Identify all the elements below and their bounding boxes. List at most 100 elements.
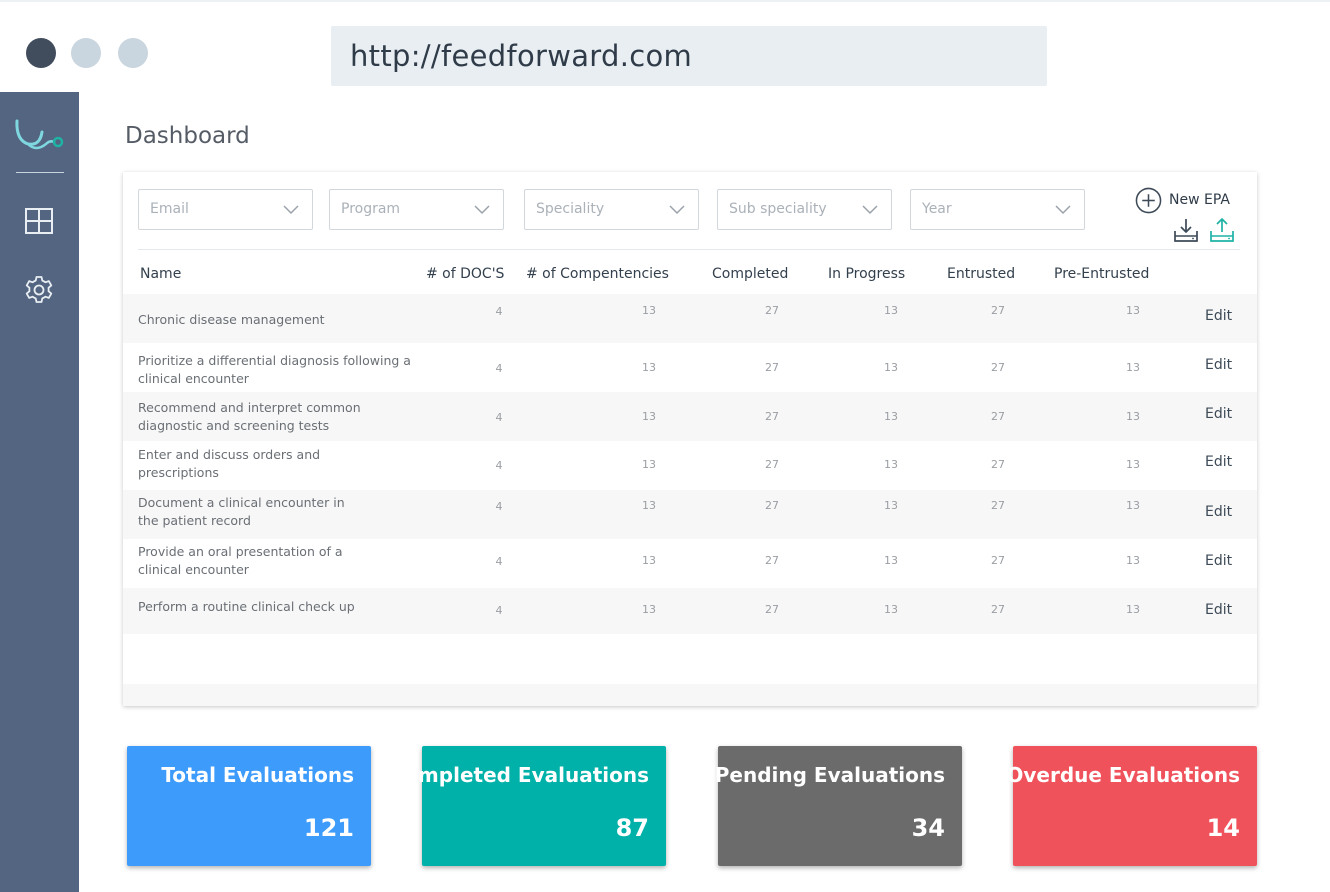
edit-link[interactable]: Edit — [1205, 406, 1232, 422]
row-pre-entrusted: 13 — [1126, 361, 1140, 374]
edit-link[interactable]: Edit — [1205, 553, 1232, 569]
new-epa-label: New EPA — [1169, 192, 1230, 208]
sub-speciality-filter-placeholder: Sub speciality — [729, 201, 827, 217]
row-name: Perform a routine clinical check up — [138, 599, 355, 614]
grid-icon[interactable] — [23, 205, 55, 237]
row-competencies: 13 — [642, 499, 656, 512]
table-footer — [123, 684, 1257, 706]
stat-title: Overdue Evaluations — [1006, 763, 1240, 787]
new-epa-button[interactable]: New EPA — [1135, 186, 1230, 214]
row-docs: 4 — [495, 604, 503, 617]
stat-title: Pending Evaluations — [714, 763, 945, 787]
email-filter-select[interactable]: Email — [138, 189, 313, 230]
row-completed: 27 — [765, 410, 779, 423]
window-maximize-dot[interactable] — [118, 38, 148, 68]
table-row[interactable]: Provide an oral presentation of a clinic… — [123, 539, 1257, 588]
col-header-in-progress[interactable]: In Progress — [828, 266, 905, 282]
completed-evaluations-card[interactable]: Completed Evaluations 87 — [390, 746, 666, 866]
table-row[interactable]: Perform a routine clinical check up 4 13… — [123, 588, 1257, 637]
window-minimize-dot[interactable] — [71, 38, 101, 68]
col-header-docs[interactable]: # of DOC'S — [426, 266, 504, 282]
table-row[interactable]: Recommend and interpret common diagnosti… — [123, 392, 1257, 441]
row-name: Prioritize a differential diagnosis foll… — [138, 353, 411, 386]
row-name: Recommend and interpret common diagnosti… — [138, 400, 361, 433]
col-header-name[interactable]: Name — [140, 266, 181, 282]
row-completed: 27 — [765, 361, 779, 374]
row-entrusted: 27 — [991, 603, 1005, 616]
row-pre-entrusted: 13 — [1126, 304, 1140, 317]
chevron-down-icon — [1055, 205, 1071, 215]
col-header-completed[interactable]: Completed — [712, 266, 788, 282]
speciality-filter-select[interactable]: Speciality — [524, 189, 699, 230]
table-row[interactable]: Enter and discuss orders and prescriptio… — [123, 441, 1257, 490]
row-completed: 27 — [765, 304, 779, 317]
edit-link[interactable]: Edit — [1205, 357, 1232, 373]
row-in-progress: 13 — [884, 361, 898, 374]
row-in-progress: 13 — [884, 304, 898, 317]
row-competencies: 13 — [642, 361, 656, 374]
row-docs: 4 — [495, 459, 503, 472]
download-icon[interactable] — [1173, 217, 1199, 243]
program-filter-select[interactable]: Program — [329, 189, 504, 230]
col-header-entrusted[interactable]: Entrusted — [947, 266, 1015, 282]
row-in-progress: 13 — [884, 554, 898, 567]
row-docs: 4 — [495, 500, 503, 513]
edit-link[interactable]: Edit — [1205, 602, 1232, 618]
table-row[interactable]: Document a clinical encounter in the pat… — [123, 490, 1257, 539]
plus-circle-icon — [1135, 187, 1162, 213]
sub-speciality-filter-select[interactable]: Sub speciality — [717, 189, 892, 230]
address-bar[interactable]: http://feedforward.com — [331, 26, 1047, 86]
row-completed: 27 — [765, 554, 779, 567]
row-entrusted: 27 — [991, 554, 1005, 567]
browser-topbar: http://feedforward.com — [0, 0, 1330, 92]
edit-link[interactable]: Edit — [1205, 308, 1232, 324]
row-competencies: 13 — [642, 410, 656, 423]
row-pre-entrusted: 13 — [1126, 458, 1140, 471]
row-competencies: 13 — [642, 304, 656, 317]
pending-evaluations-card[interactable]: Pending Evaluations 34 — [714, 746, 962, 866]
sidebar — [0, 92, 79, 892]
page-title: Dashboard — [125, 123, 250, 149]
stat-value: 87 — [615, 814, 649, 842]
program-filter-placeholder: Program — [341, 201, 401, 217]
table-row[interactable]: Prioritize a differential diagnosis foll… — [123, 343, 1257, 392]
stat-value: 34 — [911, 814, 945, 842]
edit-link[interactable]: Edit — [1205, 504, 1232, 520]
row-competencies: 13 — [642, 603, 656, 616]
sidebar-divider — [16, 172, 64, 173]
stat-title: Total Evaluations — [161, 763, 354, 787]
filter-divider — [138, 249, 1240, 250]
row-name: Enter and discuss orders and prescriptio… — [138, 447, 321, 480]
edit-link[interactable]: Edit — [1205, 454, 1232, 470]
row-entrusted: 27 — [991, 499, 1005, 512]
row-entrusted: 27 — [991, 304, 1005, 317]
epa-table-card: Email Program Speciality Sub speciality … — [123, 172, 1257, 706]
row-docs: 4 — [495, 305, 503, 318]
stethoscope-logo-icon[interactable] — [14, 118, 66, 152]
chevron-down-icon — [862, 205, 878, 215]
row-completed: 27 — [765, 499, 779, 512]
stat-title: Completed Evaluations — [389, 763, 649, 787]
window-close-dot[interactable] — [26, 38, 56, 68]
col-header-pre-entrusted[interactable]: Pre-Entrusted — [1054, 266, 1149, 282]
gear-icon[interactable] — [23, 274, 55, 306]
chevron-down-icon — [474, 205, 490, 215]
upload-icon[interactable] — [1209, 217, 1235, 243]
chevron-down-icon — [669, 205, 685, 215]
row-entrusted: 27 — [991, 458, 1005, 471]
overdue-evaluations-card[interactable]: Overdue Evaluations 14 — [1006, 746, 1257, 866]
row-pre-entrusted: 13 — [1126, 554, 1140, 567]
chevron-down-icon — [283, 205, 299, 215]
row-in-progress: 13 — [884, 499, 898, 512]
col-header-competencies[interactable]: # of Compentencies — [526, 266, 669, 282]
row-in-progress: 13 — [884, 603, 898, 616]
table-empty-row — [123, 634, 1257, 684]
row-docs: 4 — [495, 555, 503, 568]
row-entrusted: 27 — [991, 410, 1005, 423]
total-evaluations-card[interactable]: Total Evaluations 121 — [127, 746, 371, 866]
row-name: Document a clinical encounter in the pat… — [138, 495, 345, 528]
row-pre-entrusted: 13 — [1126, 603, 1140, 616]
year-filter-select[interactable]: Year — [910, 189, 1085, 230]
table-row[interactable]: Chronic disease management 4 13 27 13 27… — [123, 294, 1257, 343]
email-filter-placeholder: Email — [150, 201, 189, 217]
